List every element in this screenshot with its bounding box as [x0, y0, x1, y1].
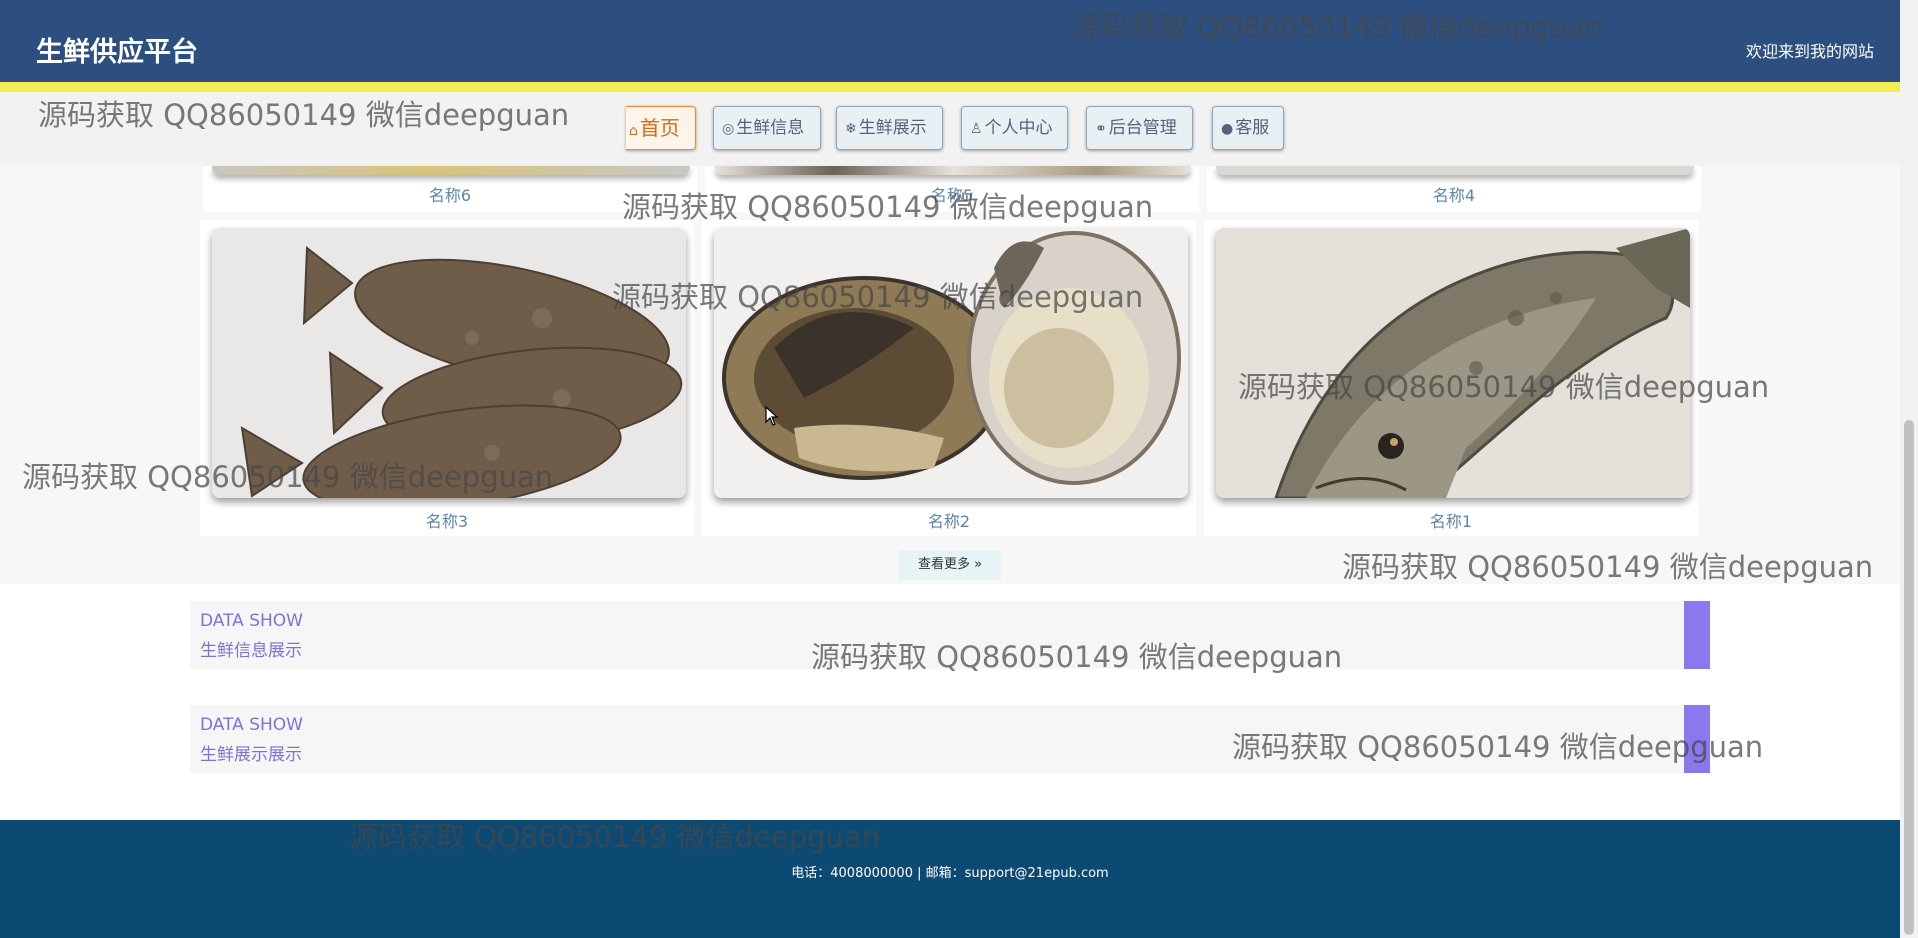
nav-admin-label: 后台管理	[1108, 118, 1177, 138]
gallery-item-label[interactable]: 名称3	[200, 508, 694, 532]
section-accent-bar	[1684, 601, 1710, 669]
nav-personal-center-button[interactable]: ♙ 个人中心	[961, 106, 1068, 150]
nav-service-label: 客服	[1235, 118, 1270, 138]
swirl-icon: ◎	[722, 121, 735, 137]
flounder-photo[interactable]	[212, 228, 686, 498]
nav-fresh-show-button[interactable]: ❄ 生鲜展示	[836, 106, 943, 150]
data-show-section: DATA SHOW 生鲜展示展示	[190, 705, 1710, 773]
nav-fresh-info-label: 生鲜信息	[736, 118, 805, 138]
fish-photo[interactable]	[1216, 228, 1690, 498]
nav-home-button[interactable]: ⌂ 首页	[626, 106, 696, 150]
nav-fresh-show-label: 生鲜展示	[858, 118, 927, 138]
gallery-item-label[interactable]: 名称5	[705, 182, 1199, 206]
double-chevron-right-icon: »	[974, 557, 983, 572]
nav-admin-button[interactable]: ⚭ 后台管理	[1086, 106, 1193, 150]
watermark-text: 源码获取 QQ86050149 微信deepguan	[1342, 550, 1874, 584]
view-more-button[interactable]: 查看更多 »	[899, 550, 1001, 580]
gallery-item-label[interactable]: 名称1	[1204, 508, 1698, 532]
data-show-section: DATA SHOW 生鲜信息展示	[190, 601, 1710, 669]
user-icon: ♙	[970, 121, 983, 137]
section-subtitle: DATA SHOW	[200, 715, 303, 735]
site-header: 生鲜供应平台 欢迎来到我的网站	[0, 0, 1900, 92]
gallery-item-label[interactable]: 名称6	[203, 182, 697, 206]
section-title: 生鲜信息展示	[200, 641, 302, 661]
gallery-item-label[interactable]: 名称4	[1207, 182, 1701, 206]
section-title: 生鲜展示展示	[200, 745, 302, 765]
welcome-text: 欢迎来到我的网站	[1745, 42, 1874, 61]
gallery-card[interactable]: 名称1	[1204, 220, 1698, 536]
nav-bar	[0, 92, 1900, 166]
nav-home-label: 首页	[639, 116, 680, 140]
gallery-image-cut[interactable]	[1216, 166, 1694, 175]
scrollbar-thumb[interactable]	[1904, 420, 1914, 935]
nav-service-button[interactable]: ● 客服	[1212, 106, 1284, 150]
nav-fresh-info-button[interactable]: ◎ 生鲜信息	[713, 106, 821, 150]
section-subtitle: DATA SHOW	[200, 611, 303, 631]
home-icon: ⌂	[629, 123, 638, 139]
gallery-card[interactable]: 名称2	[702, 220, 1196, 536]
site-title[interactable]: 生鲜供应平台	[36, 30, 198, 69]
nav-personal-center-label: 个人中心	[984, 118, 1053, 138]
gallery-image-cut[interactable]	[715, 166, 1191, 175]
site-footer: 电话：4008000000 | 邮箱：support@21epub.com	[0, 820, 1900, 938]
mouse-cursor-icon	[765, 406, 779, 426]
gallery-image-cut[interactable]	[212, 166, 690, 175]
section-accent-bar	[1684, 705, 1710, 773]
page-scrollbar[interactable]	[1900, 0, 1918, 938]
oyster-photo[interactable]	[714, 228, 1188, 498]
snowflake-icon: ❄	[845, 121, 857, 137]
chat-icon: ●	[1221, 121, 1234, 137]
view-more-label: 查看更多	[917, 557, 970, 572]
footer-contact: 电话：4008000000 | 邮箱：support@21epub.com	[791, 866, 1109, 881]
link-icon: ⚭	[1095, 121, 1107, 137]
gallery-card[interactable]: 名称3	[200, 220, 694, 536]
gallery-item-label[interactable]: 名称2	[702, 508, 1196, 532]
